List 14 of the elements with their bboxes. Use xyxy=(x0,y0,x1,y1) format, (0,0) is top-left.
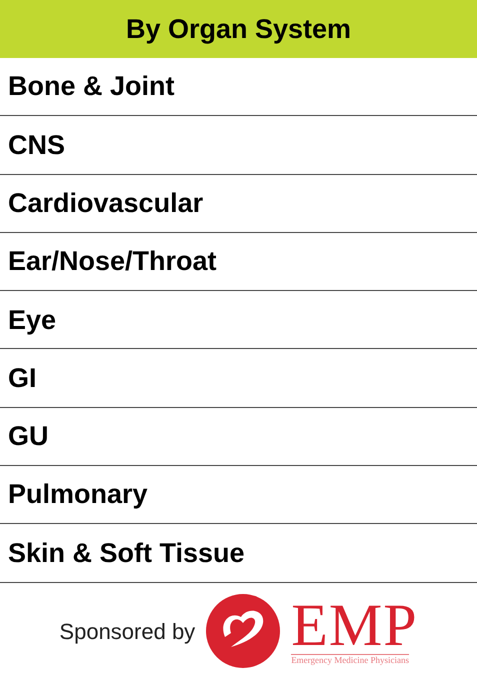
heart-circle-icon xyxy=(205,593,282,670)
logo-tagline: Emergency Medicine Physicians xyxy=(291,654,409,666)
list-item[interactable]: Eye xyxy=(0,291,477,350)
list-item[interactable]: Skin & Soft Tissue xyxy=(0,524,477,583)
list-item[interactable]: Pulmonary xyxy=(0,466,477,524)
sponsor-text: Sponsored by xyxy=(59,618,196,646)
list-item[interactable]: GU xyxy=(0,408,477,466)
header-title: By Organ System xyxy=(126,12,352,46)
logo-name: EMP xyxy=(291,596,418,654)
list-item[interactable]: Cardiovascular xyxy=(0,174,477,233)
list-item[interactable]: Bone & Joint xyxy=(0,58,477,116)
list-item[interactable]: Ear/Nose/Throat xyxy=(0,232,477,292)
list-item[interactable]: GI xyxy=(0,349,477,408)
list-item[interactable]: CNS xyxy=(0,116,477,175)
